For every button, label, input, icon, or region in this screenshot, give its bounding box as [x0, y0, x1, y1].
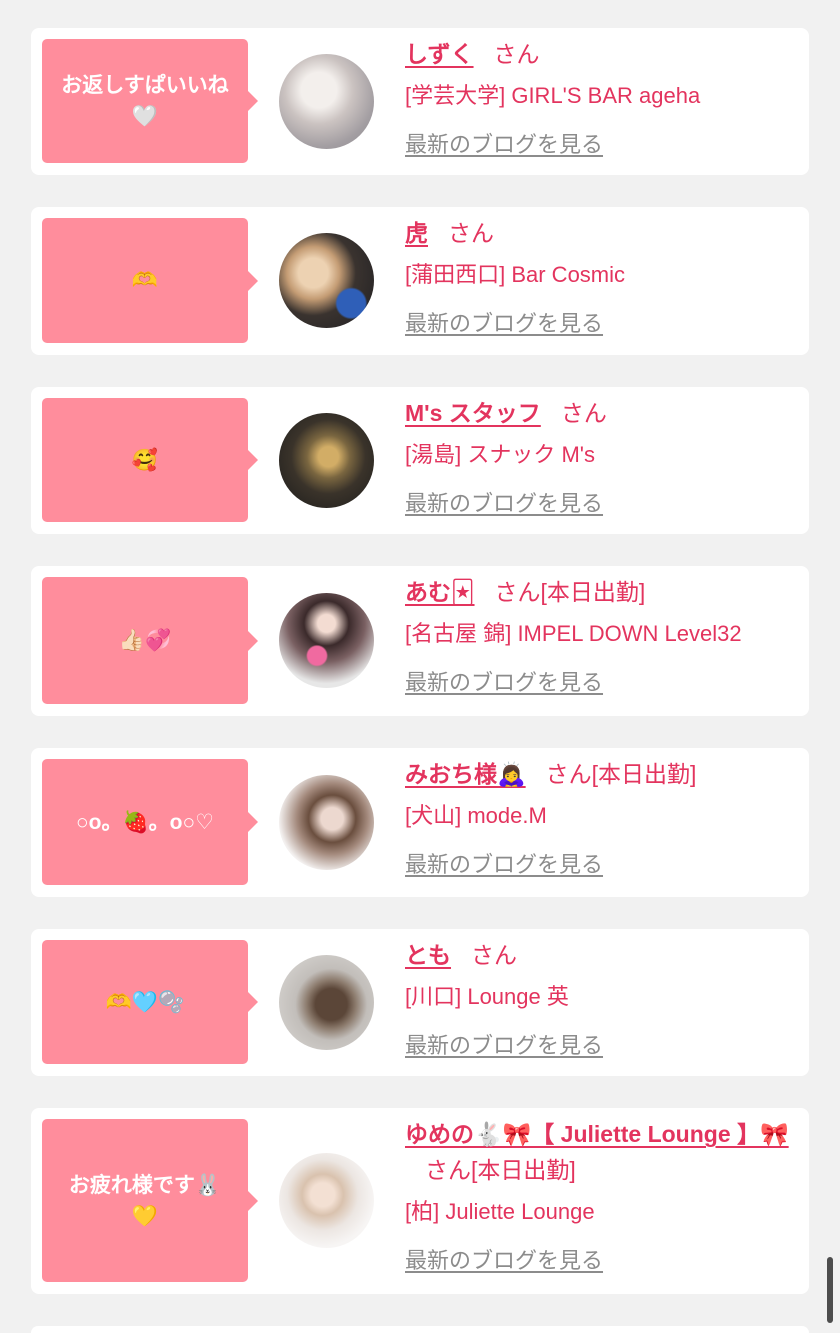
message-bubble: 🫶🩵🫧 — [42, 940, 248, 1064]
profile-name-link[interactable]: ゆめの🐇🎀【 Juliette Lounge 】🎀 — [405, 1121, 789, 1147]
avatar[interactable] — [279, 412, 374, 508]
avatar-container — [248, 39, 405, 163]
latest-blog-link[interactable]: 最新のブログを見る — [405, 1033, 603, 1058]
avatar[interactable] — [279, 53, 374, 149]
profile-name-link[interactable]: とも — [405, 942, 451, 968]
avatar[interactable] — [279, 1153, 374, 1248]
name-line: ゆめの🐇🎀【 Juliette Lounge 】🎀 さん[本日出勤] — [405, 1116, 798, 1188]
profile-info: ゆめの🐇🎀【 Juliette Lounge 】🎀 さん[本日出勤] [柏] Ju… — [405, 1116, 798, 1282]
avatar-container — [248, 398, 405, 522]
on-duty-status: [本日出勤] — [540, 579, 646, 605]
honorific: さん — [425, 1157, 471, 1183]
avatar-container — [248, 940, 405, 1064]
honorific: さん — [545, 761, 592, 787]
honorific: さん — [560, 400, 607, 426]
like-card-partial — [31, 1326, 809, 1333]
name-line: あむ🃏 さん[本日出勤] — [405, 574, 798, 610]
latest-blog-link[interactable]: 最新のブログを見る — [405, 1248, 603, 1273]
name-line: とも さん — [405, 937, 798, 973]
profile-info: 虎さん [蒲田西口] Bar Cosmic 最新のブログを見る — [405, 215, 798, 343]
message-bubble: 🫶 — [42, 218, 248, 343]
honorific: さん — [494, 579, 541, 605]
name-line: みおち様🙇‍♀️ さん[本日出勤] — [405, 756, 798, 792]
avatar-container — [248, 577, 405, 704]
message-text: 🫶 — [131, 269, 159, 292]
shop-name: [犬山] mode.M — [405, 803, 547, 828]
profile-info: とも さん [川口] Lounge 英 最新のブログを見る — [405, 937, 798, 1064]
avatar-container — [248, 759, 405, 885]
honorific: さん — [471, 942, 517, 968]
blog-row: 最新のブログを見る — [405, 307, 798, 344]
message-text: お疲れ様です🐰 💛 — [68, 1173, 222, 1228]
latest-blog-link[interactable]: 最新のブログを見る — [405, 670, 603, 695]
message-bubble: 👍🏻💞 — [42, 577, 248, 704]
honorific: さん — [493, 41, 540, 67]
avatar[interactable] — [279, 774, 374, 870]
message-bubble: お返しすぱいいね 🤍 — [42, 39, 248, 163]
like-list: お返しすぱいいね 🤍 しずく さん [学芸大学] GIRL'S BAR ageha… — [0, 0, 840, 1333]
name-line: M's スタッフ さん — [405, 395, 798, 431]
avatar-container — [248, 218, 405, 343]
shop-name: [湯島] スナック M's — [405, 442, 595, 467]
avatar-container — [248, 1119, 405, 1282]
blog-row: 最新のブログを見る — [405, 487, 798, 524]
blog-row: 最新のブログを見る — [405, 1244, 798, 1281]
profile-info: しずく さん [学芸大学] GIRL'S BAR ageha 最新のブログを見る — [405, 36, 798, 163]
profile-name-link[interactable]: しずく — [405, 41, 474, 67]
profile-name-link[interactable]: みおち様🙇‍♀️ — [405, 761, 526, 787]
latest-blog-link[interactable]: 最新のブログを見る — [405, 491, 603, 516]
latest-blog-link[interactable]: 最新のブログを見る — [405, 852, 603, 877]
like-card: お疲れ様です🐰 💛 ゆめの🐇🎀【 Juliette Lounge 】🎀 さん[本日… — [31, 1108, 809, 1294]
avatar[interactable] — [279, 593, 374, 688]
avatar[interactable] — [279, 233, 374, 328]
message-text: お返しすぱいいね 🤍 — [61, 74, 229, 128]
like-card: 🫶🩵🫧 とも さん [川口] Lounge 英 最新のブログを見る — [31, 929, 809, 1076]
like-card: お返しすぱいいね 🤍 しずく さん [学芸大学] GIRL'S BAR ageha… — [31, 28, 809, 175]
message-text: 🫶🩵🫧 — [105, 990, 185, 1014]
profile-name-link[interactable]: M's スタッフ — [405, 400, 541, 426]
name-line: しずく さん — [405, 36, 798, 72]
on-duty-status: [本日出勤] — [591, 761, 697, 787]
honorific: さん — [448, 220, 494, 246]
blog-row: 最新のブログを見る — [405, 666, 798, 703]
blog-row: 最新のブログを見る — [405, 128, 798, 165]
message-text: ○o。🍓。o○♡ — [76, 810, 214, 834]
shop-name: [名古屋 錦] IMPEL DOWN Level32 — [405, 621, 742, 646]
shop-name: [学芸大学] GIRL'S BAR ageha — [405, 83, 701, 108]
like-card: ○o。🍓。o○♡ みおち様🙇‍♀️ さん[本日出勤] [犬山] mode.M 最新… — [31, 748, 809, 897]
shop-name: [蒲田西口] Bar Cosmic — [405, 262, 626, 287]
latest-blog-link[interactable]: 最新のブログを見る — [405, 132, 603, 157]
latest-blog-link[interactable]: 最新のブログを見る — [405, 311, 603, 336]
profile-name-link[interactable]: あむ🃏 — [405, 579, 475, 605]
profile-name-link[interactable]: 虎 — [405, 220, 428, 246]
message-bubble: お疲れ様です🐰 💛 — [42, 1119, 248, 1282]
message-bubble: 🥰 — [42, 398, 248, 522]
profile-info: あむ🃏 さん[本日出勤] [名古屋 錦] IMPEL DOWN Level32 最… — [405, 574, 798, 704]
like-card: 🥰 M's スタッフ さん [湯島] スナック M's 最新のブログを見る — [31, 387, 809, 534]
blog-row: 最新のブログを見る — [405, 1029, 798, 1066]
like-card: 👍🏻💞 あむ🃏 さん[本日出勤] [名古屋 錦] IMPEL DOWN Level… — [31, 566, 809, 716]
on-duty-status: [本日出勤] — [471, 1157, 576, 1183]
scrollbar[interactable] — [827, 1257, 833, 1323]
like-card: 🫶 虎さん [蒲田西口] Bar Cosmic 最新のブログを見る — [31, 207, 809, 355]
blog-row: 最新のブログを見る — [405, 848, 798, 885]
message-bubble: ○o。🍓。o○♡ — [42, 759, 248, 885]
shop-name: [川口] Lounge 英 — [405, 984, 569, 1009]
avatar[interactable] — [279, 954, 374, 1050]
name-line: 虎さん — [405, 215, 798, 251]
message-text: 🥰 — [131, 448, 159, 472]
message-text: 👍🏻💞 — [118, 629, 172, 652]
shop-name: [柏] Juliette Lounge — [405, 1199, 595, 1224]
profile-info: みおち様🙇‍♀️ さん[本日出勤] [犬山] mode.M 最新のブログを見る — [405, 756, 798, 885]
profile-info: M's スタッフ さん [湯島] スナック M's 最新のブログを見る — [405, 395, 798, 522]
